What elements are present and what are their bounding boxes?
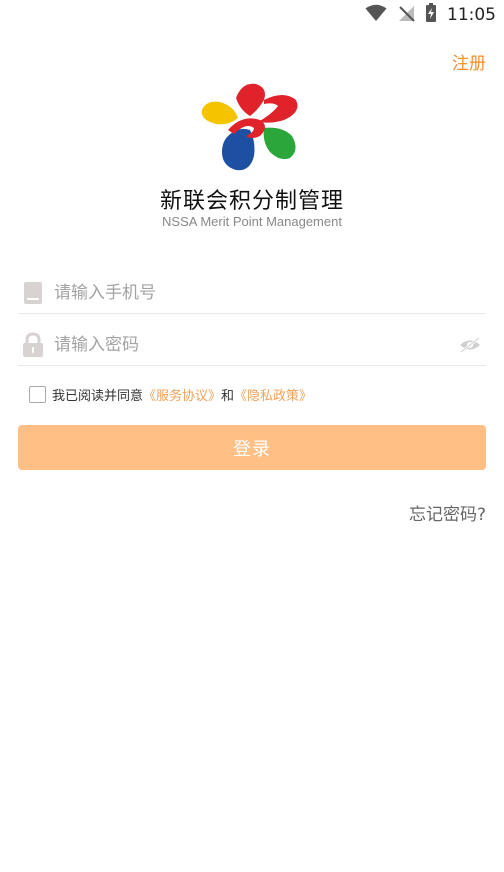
login-button[interactable]: 登录 xyxy=(18,425,486,470)
wifi-icon xyxy=(365,4,387,26)
phone-field xyxy=(18,272,486,314)
phone-icon xyxy=(20,280,46,306)
agreement-row: 我已阅读并同意 《服务协议》 和 《隐私政策》 xyxy=(29,384,312,404)
privacy-policy-link[interactable]: 《隐私政策》 xyxy=(234,385,312,404)
agreement-checkbox[interactable] xyxy=(29,385,46,403)
service-agreement-link[interactable]: 《服务协议》 xyxy=(143,385,221,404)
battery-charging-icon xyxy=(425,3,437,27)
app-subtitle: NSSA Merit Point Management xyxy=(162,214,342,229)
password-input[interactable] xyxy=(54,329,458,360)
forgot-password-link[interactable]: 忘记密码? xyxy=(409,500,486,525)
app-title: 新联会积分制管理 xyxy=(159,189,344,214)
status-bar: 11:05 xyxy=(0,0,504,30)
agreement-conjunction: 和 xyxy=(221,388,235,404)
register-link[interactable]: 注册 xyxy=(452,49,486,74)
phone-input[interactable] xyxy=(54,277,486,308)
no-signal-icon xyxy=(397,4,415,26)
nssa-star-logo xyxy=(198,80,306,174)
status-icons: 11:05 xyxy=(365,3,496,27)
password-field xyxy=(18,324,486,366)
agreement-prefix: 我已阅读并同意 xyxy=(52,388,144,404)
eye-hidden-icon[interactable] xyxy=(458,335,482,355)
lock-icon xyxy=(20,331,46,358)
status-time: 11:05 xyxy=(447,5,496,25)
